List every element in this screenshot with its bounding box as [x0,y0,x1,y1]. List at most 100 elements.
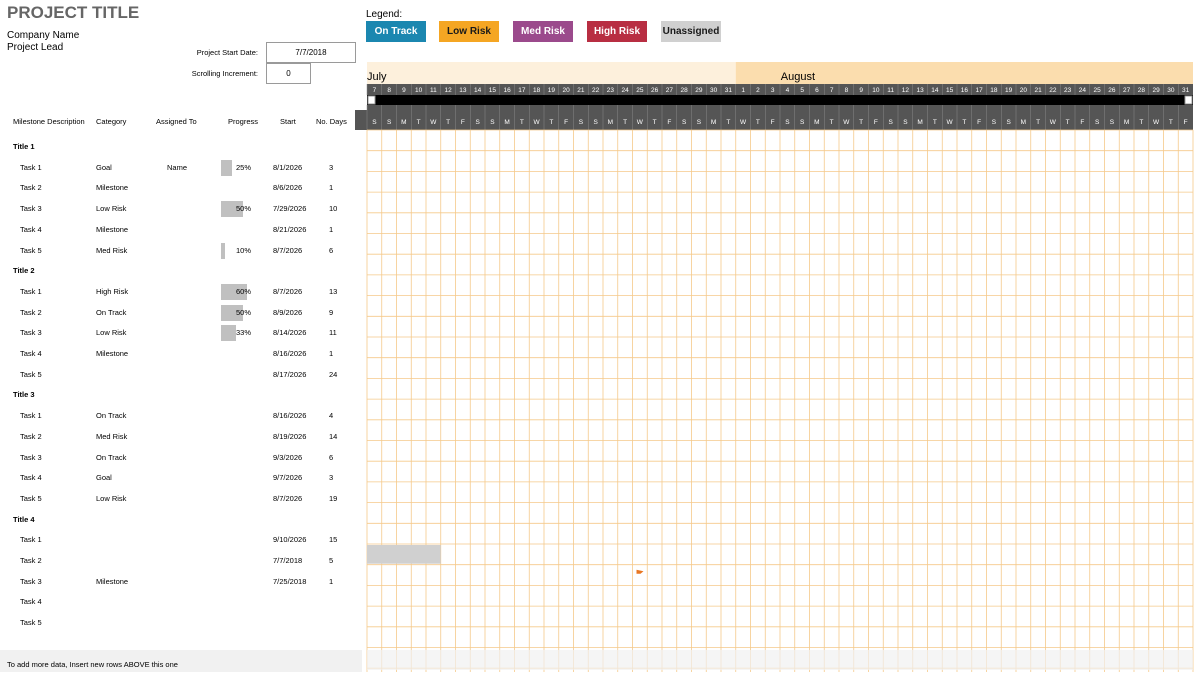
section-title-row[interactable]: Title 2 [0,261,362,282]
task-days[interactable]: 9 [329,303,333,324]
task-category[interactable]: High Risk [96,282,128,303]
table-row[interactable]: Task 2 7/7/2018 5 [0,551,362,572]
table-row[interactable]: Task 1 9/10/2026 15 [0,530,362,551]
task-start[interactable]: 8/6/2026 [273,178,302,199]
task-name[interactable]: Task 5 [20,241,42,262]
task-name[interactable]: Task 4 [20,344,42,365]
task-name[interactable]: Task 2 [20,551,42,572]
task-days[interactable]: 6 [329,241,333,262]
task-category[interactable]: Milestone [96,572,128,593]
task-name[interactable]: Task 4 [20,592,42,613]
task-category[interactable]: On Track [96,303,126,324]
task-name[interactable]: Task 2 [20,427,42,448]
table-row[interactable]: Task 3 On Track 9/3/2026 6 [0,448,362,469]
task-name[interactable]: Task 2 [20,178,42,199]
task-category[interactable]: Milestone [96,178,128,199]
task-progress[interactable]: 50% [236,303,251,324]
task-days[interactable]: 15 [329,530,337,551]
start-date-field[interactable]: 7/7/2018 [266,42,356,63]
section-title[interactable]: Title 3 [13,385,35,406]
task-name[interactable]: Task 5 [20,365,42,386]
task-start[interactable]: 8/21/2026 [273,220,306,241]
table-row[interactable]: Task 5 Med Risk 10% 8/7/2026 6 [0,241,362,262]
task-start[interactable]: 8/16/2026 [273,406,306,427]
task-days[interactable]: 10 [329,199,337,220]
task-assigned[interactable]: Name [167,158,187,179]
task-start[interactable]: 8/7/2026 [273,241,302,262]
task-progress[interactable]: 60% [236,282,251,303]
table-row[interactable]: Task 4 [0,592,362,613]
task-name[interactable]: Task 1 [20,282,42,303]
table-row[interactable]: Task 2 Milestone 8/6/2026 1 [0,178,362,199]
task-days[interactable]: 3 [329,468,333,489]
task-name[interactable]: Task 1 [20,158,42,179]
task-days[interactable]: 5 [329,551,333,572]
task-days[interactable]: 6 [329,448,333,469]
task-name[interactable]: Task 4 [20,468,42,489]
table-row[interactable]: Task 4 Goal 9/7/2026 3 [0,468,362,489]
section-title[interactable]: Title 4 [13,510,35,531]
task-progress[interactable]: 33% [236,323,251,344]
project-title[interactable]: PROJECT TITLE [7,3,139,23]
task-days[interactable]: 24 [329,365,337,386]
task-start[interactable]: 8/14/2026 [273,323,306,344]
task-name[interactable]: Task 3 [20,572,42,593]
table-row[interactable]: Task 4 Milestone 8/21/2026 1 [0,220,362,241]
task-category[interactable]: Low Risk [96,199,126,220]
task-progress[interactable]: 50% [236,199,251,220]
task-start[interactable]: 8/9/2026 [273,303,302,324]
table-row[interactable]: Task 3 Low Risk 33% 8/14/2026 11 [0,323,362,344]
table-row[interactable]: Task 3 Milestone 7/25/2018 1 [0,572,362,593]
task-progress[interactable]: 25% [236,158,251,179]
task-category[interactable]: Goal [96,468,112,489]
task-name[interactable]: Task 5 [20,489,42,510]
task-category[interactable]: Med Risk [96,427,127,448]
table-row[interactable]: Task 3 Low Risk 50% 7/29/2026 10 [0,199,362,220]
scroll-increment-field[interactable]: 0 [266,63,311,84]
company-name[interactable]: Company Name [7,30,79,41]
task-category[interactable]: On Track [96,448,126,469]
task-days[interactable]: 14 [329,427,337,448]
task-start[interactable]: 9/7/2026 [273,468,302,489]
table-row[interactable]: Task 1 Goal Name 25% 8/1/2026 3 [0,158,362,179]
task-category[interactable]: Low Risk [96,489,126,510]
task-category[interactable]: Goal [96,158,112,179]
task-start[interactable]: 8/7/2026 [273,489,302,510]
section-title-row[interactable]: Title 4 [0,510,362,531]
table-row[interactable]: Task 1 High Risk 60% 8/7/2026 13 [0,282,362,303]
table-row[interactable]: Task 1 On Track 8/16/2026 4 [0,406,362,427]
task-start[interactable]: 8/19/2026 [273,427,306,448]
task-category[interactable]: Med Risk [96,241,127,262]
task-category[interactable]: Milestone [96,344,128,365]
task-category[interactable]: Milestone [96,220,128,241]
task-name[interactable]: Task 3 [20,448,42,469]
task-days[interactable]: 3 [329,158,333,179]
task-days[interactable]: 1 [329,344,333,365]
section-title-row[interactable]: Title 3 [0,385,362,406]
task-name[interactable]: Task 3 [20,323,42,344]
task-start[interactable]: 7/25/2018 [273,572,306,593]
task-name[interactable]: Task 5 [20,613,42,634]
table-row[interactable]: Task 4 Milestone 8/16/2026 1 [0,344,362,365]
task-start[interactable]: 8/17/2026 [273,365,306,386]
task-name[interactable]: Task 1 [20,530,42,551]
section-title[interactable]: Title 1 [13,137,35,158]
section-title-row[interactable]: Title 1 [0,137,362,158]
table-row[interactable]: Task 2 Med Risk 8/19/2026 14 [0,427,362,448]
task-progress[interactable]: 10% [236,241,251,262]
task-days[interactable]: 11 [329,323,337,344]
task-days[interactable]: 1 [329,178,333,199]
task-start[interactable]: 8/7/2026 [273,282,302,303]
task-days[interactable]: 19 [329,489,337,510]
task-start[interactable]: 9/3/2026 [273,448,302,469]
task-days[interactable]: 13 [329,282,337,303]
task-start[interactable]: 7/7/2018 [273,551,302,572]
task-start[interactable]: 8/1/2026 [273,158,302,179]
table-row[interactable]: Task 5 8/17/2026 24 [0,365,362,386]
task-name[interactable]: Task 3 [20,199,42,220]
task-start[interactable]: 7/29/2026 [273,199,306,220]
table-row[interactable]: Task 5 Low Risk 8/7/2026 19 [0,489,362,510]
table-row[interactable]: Task 2 On Track 50% 8/9/2026 9 [0,303,362,324]
task-days[interactable]: 1 [329,572,333,593]
task-days[interactable]: 4 [329,406,333,427]
